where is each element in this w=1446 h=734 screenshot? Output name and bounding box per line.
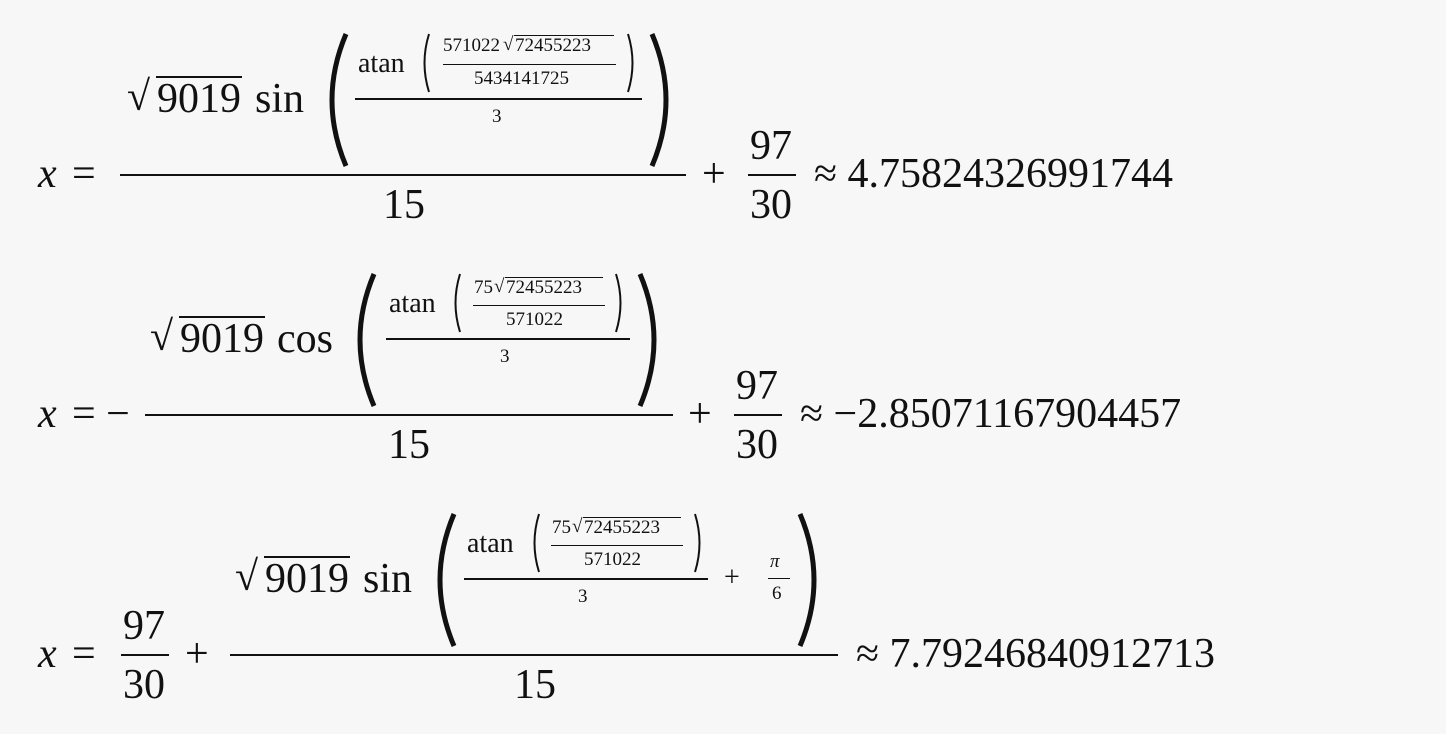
pi-over-6-bar [768, 578, 790, 580]
sqrt-argument: 9019 [157, 76, 241, 122]
denominator-15: 15 [383, 182, 425, 228]
inner-coefficient: 75 [552, 517, 571, 538]
left-paren-small [533, 513, 540, 573]
left-paren-large [329, 33, 349, 167]
inner-sqrt-argument: 72455223 [584, 517, 660, 538]
equation-1: x = √ 9019 sin atan 571022 √ 72455223 54… [0, 0, 1446, 240]
inner-fraction-bar [473, 305, 605, 307]
divisor-3: 3 [578, 586, 588, 607]
atan-over-3-bar [386, 338, 630, 340]
denominator-15: 15 [388, 422, 430, 468]
fraction-denominator-30: 30 [750, 182, 792, 228]
inner-coefficient: 571022 [443, 35, 500, 56]
fraction-97-30-bar [734, 414, 782, 416]
right-paren-small [627, 33, 634, 93]
sqrt-symbol: √ [235, 554, 259, 600]
divisor-3: 3 [492, 106, 502, 127]
inner-sqrt-symbol: √ [572, 516, 583, 537]
right-paren-large [649, 33, 669, 167]
sqrt-symbol: √ [127, 74, 151, 120]
six: 6 [772, 583, 782, 604]
approx-value: ≈ 7.79246840912713 [856, 631, 1216, 677]
sqrt-argument: 9019 [265, 556, 349, 602]
inner-sqrt-symbol: √ [503, 34, 514, 55]
divisor-3: 3 [500, 346, 510, 367]
fraction-numerator-97: 97 [750, 123, 792, 169]
approx-value: ≈ −2.85071167904457 [800, 391, 1182, 437]
equation-2: x = − √ 9019 cos atan 75 √ 72455223 5710… [0, 240, 1446, 480]
right-paren-large [797, 513, 817, 647]
variable-x: x [38, 151, 57, 197]
inner-coefficient: 75 [474, 277, 493, 298]
right-paren-small [694, 513, 701, 573]
inner-denominator: 5434141725 [474, 68, 569, 89]
fraction-97-30-bar [121, 654, 169, 656]
atan-over-3-bar [355, 98, 642, 100]
plus-sign-inner: + [724, 562, 740, 593]
atan-function: atan [467, 528, 514, 559]
approx-value: ≈ 4.75824326991744 [814, 151, 1174, 197]
denominator-15: 15 [514, 662, 556, 708]
inner-fraction-bar [551, 545, 683, 547]
atan-over-3-bar [464, 578, 708, 580]
inner-denominator: 571022 [506, 309, 563, 330]
variable-x: x [38, 631, 57, 677]
inner-sqrt-argument: 72455223 [506, 277, 582, 298]
fraction-numerator-97: 97 [736, 363, 778, 409]
equals-sign: = [72, 631, 96, 677]
fraction-denominator-30: 30 [123, 662, 165, 708]
fraction-denominator-30: 30 [736, 422, 778, 468]
sin-function: sin [363, 556, 413, 602]
left-paren-large [437, 513, 457, 647]
fraction-numerator-97: 97 [123, 603, 165, 649]
right-paren-large [637, 273, 657, 407]
plus-sign: + [688, 391, 712, 437]
inner-fraction-bar [443, 64, 616, 66]
inner-denominator: 571022 [584, 549, 641, 570]
sqrt-symbol: √ [150, 314, 174, 360]
equals-minus-sign: = − [72, 391, 130, 437]
atan-function: atan [389, 288, 436, 319]
sqrt-argument: 9019 [180, 316, 264, 362]
main-fraction-bar [145, 414, 673, 416]
plus-sign: + [185, 631, 209, 677]
plus-sign: + [702, 151, 726, 197]
left-paren-small [454, 273, 461, 333]
inner-sqrt-argument: 72455223 [515, 35, 591, 56]
right-paren-small [615, 273, 622, 333]
variable-x: x [38, 391, 57, 437]
left-paren-small [423, 33, 430, 93]
pi-symbol: π [770, 551, 780, 572]
left-paren-large [357, 273, 377, 407]
main-fraction-bar [230, 654, 838, 656]
equation-3: x = 97 30 + √ 9019 sin atan 75 √ 7245522… [0, 480, 1446, 720]
inner-sqrt-symbol: √ [494, 276, 505, 297]
atan-function: atan [358, 48, 405, 79]
fraction-97-30-bar [748, 174, 796, 176]
sin-function: sin [255, 76, 305, 122]
cos-function: cos [277, 316, 333, 362]
main-fraction-bar [120, 174, 686, 176]
equals-sign: = [72, 151, 96, 197]
